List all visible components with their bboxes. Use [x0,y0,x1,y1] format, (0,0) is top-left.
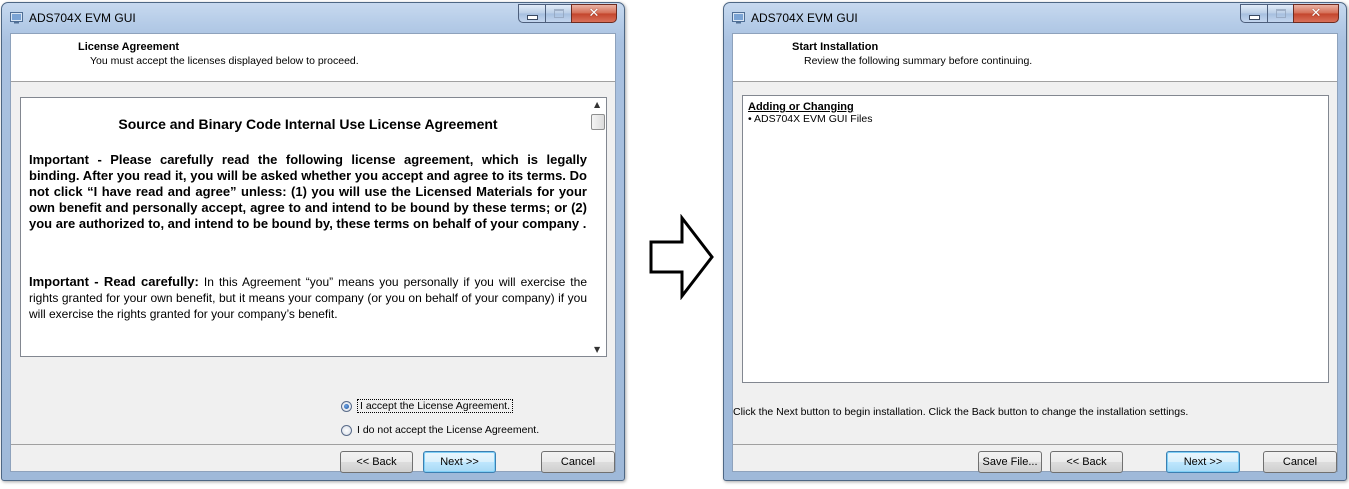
header-subtitle: You must accept the licenses displayed b… [90,55,359,67]
next-button[interactable]: Next >> [423,451,496,473]
cancel-button[interactable]: Cancel [1263,451,1337,473]
scroll-thumb[interactable] [591,114,605,130]
header-title: Start Installation [792,41,879,53]
header-subtitle: Review the following summary before cont… [804,55,1033,67]
close-icon: ✕ [1310,6,1322,21]
maximize-button[interactable] [545,4,571,23]
summary-box[interactable]: Adding or Changing • ADS704X EVM GUI Fil… [742,95,1329,383]
summary-title: Adding or Changing [748,101,854,113]
install-window: ADS704X EVM GUI ✕ Start Installation Rev… [723,2,1347,481]
cancel-button[interactable]: Cancel [541,451,615,473]
license-paragraph-2: Important - Read carefully: In this Agre… [29,274,587,322]
license-window: ADS704X EVM GUI ✕ License Agreement You … [1,2,625,481]
license-heading: Source and Binary Code Internal Use Lice… [118,116,498,132]
dialog-header: License Agreement You must accept the li… [11,34,615,82]
scroll-up-icon[interactable]: ▲ [594,100,600,109]
dialog-header: Start Installation Review the following … [733,34,1337,82]
maximize-button[interactable] [1267,4,1293,23]
close-button[interactable]: ✕ [571,4,617,23]
next-button[interactable]: Next >> [1166,451,1240,473]
license-paragraph-1: Important - Please carefully read the fo… [29,152,587,231]
app-icon [10,12,23,24]
dialog-client: License Agreement You must accept the li… [10,33,616,473]
decline-radio[interactable] [341,424,352,436]
minimize-button[interactable] [518,4,545,23]
decline-radio-label[interactable]: I do not accept the License Agreement. [357,424,539,436]
header-title: License Agreement [78,41,180,53]
maximize-icon [553,9,564,18]
footer-divider [11,444,615,445]
decline-radio-option[interactable]: I do not accept the License Agreement. [341,424,539,436]
instruction-text: Click the Next button to begin installat… [733,406,1189,418]
minimize-icon [526,14,538,20]
accept-radio-option[interactable]: I accept the License Agreement. [341,399,514,413]
back-button[interactable]: << Back [1050,451,1123,473]
back-button[interactable]: << Back [340,451,413,473]
summary-item: • ADS704X EVM GUI Files [748,113,873,125]
vertical-scrollbar[interactable]: ▲ ▼ [589,98,606,356]
title-bar[interactable]: ADS704X EVM GUI ✕ [2,3,624,33]
license-text-box[interactable]: Source and Binary Code Internal Use Lice… [20,97,607,357]
title-bar[interactable]: ADS704X EVM GUI ✕ [724,3,1346,33]
window-title: ADS704X EVM GUI [751,11,858,25]
accept-radio[interactable] [341,400,352,412]
footer-divider [733,444,1337,445]
right-arrow-icon [649,214,714,300]
dialog-client: Start Installation Review the following … [732,33,1338,473]
window-title: ADS704X EVM GUI [29,11,136,25]
close-button[interactable]: ✕ [1293,4,1339,23]
app-icon [732,12,745,24]
scroll-down-icon[interactable]: ▼ [594,345,600,354]
save-file-button[interactable]: Save File... [978,451,1042,473]
license-paragraph-2-bold: Important - Read carefully: [29,274,199,289]
accept-radio-label[interactable]: I accept the License Agreement. [357,399,514,413]
minimize-icon [1248,14,1260,20]
maximize-icon [1275,9,1286,18]
minimize-button[interactable] [1240,4,1267,23]
close-icon: ✕ [588,6,600,21]
